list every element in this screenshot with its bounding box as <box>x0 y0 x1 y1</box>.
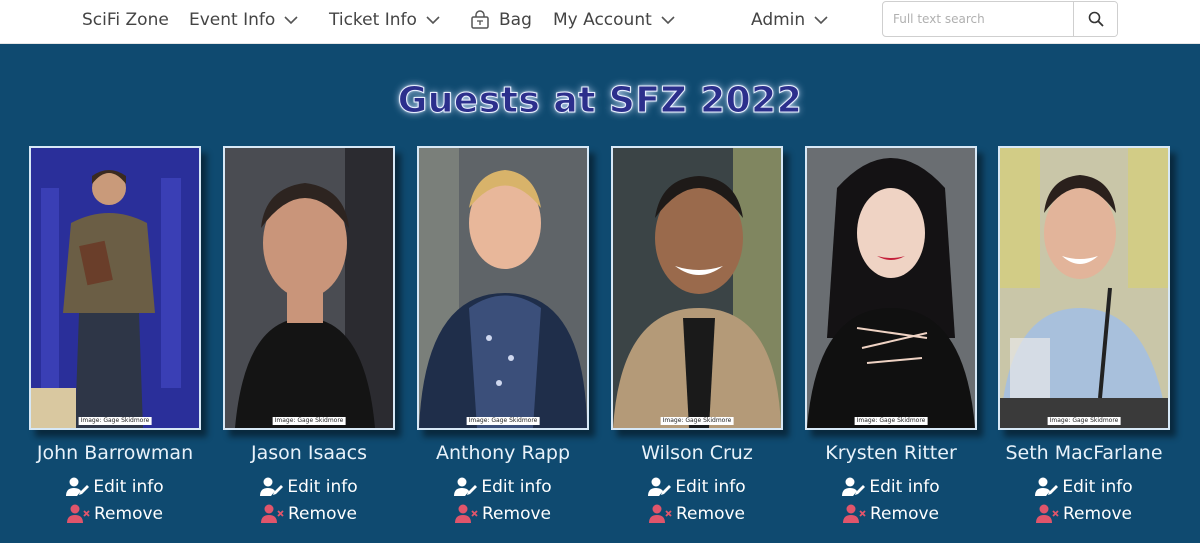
guest-photo[interactable]: Image: Gage Skidmore <box>417 146 589 430</box>
photo-credit: Image: Gage Skidmore <box>466 417 540 425</box>
brand-label: SciFi Zone <box>82 10 169 30</box>
nav-my-account-label: My Account <box>553 10 652 30</box>
guest-photo-image <box>225 148 393 428</box>
nav-admin[interactable]: Admin <box>751 0 828 40</box>
photo-credit: Image: Gage Skidmore <box>78 417 152 425</box>
guest-photo-image <box>1000 148 1168 428</box>
nav-ticket-info-label: Ticket Info <box>329 10 417 30</box>
guest-name: Krysten Ritter <box>825 442 957 464</box>
search-button[interactable] <box>1073 2 1117 36</box>
remove-label: Remove <box>1063 504 1132 524</box>
top-navbar: SciFi Zone Event Info Ticket Info Bag My… <box>0 0 1200 44</box>
remove-label: Remove <box>288 504 357 524</box>
chevron-down-icon <box>661 13 675 27</box>
edit-info-button[interactable]: Edit info <box>805 476 977 498</box>
nav-bag-label: Bag <box>499 10 532 30</box>
search-box <box>882 1 1118 37</box>
brand-link[interactable]: SciFi Zone <box>82 0 169 40</box>
edit-info-label: Edit info <box>1062 477 1133 497</box>
bag-icon <box>470 10 490 30</box>
edit-info-button[interactable]: Edit info <box>611 476 783 498</box>
remove-button[interactable]: Remove <box>417 503 589 525</box>
photo-credit: Image: Gage Skidmore <box>660 417 734 425</box>
edit-info-button[interactable]: Edit info <box>417 476 589 498</box>
nav-bag[interactable]: Bag <box>470 0 532 40</box>
user-edit-icon <box>66 477 90 497</box>
edit-info-label: Edit info <box>869 477 940 497</box>
guest-name: Anthony Rapp <box>435 442 571 464</box>
guest-name: Seth MacFarlane <box>1005 442 1163 464</box>
chevron-down-icon <box>284 13 298 27</box>
nav-admin-label: Admin <box>751 10 806 30</box>
remove-button[interactable]: Remove <box>29 503 201 525</box>
photo-credit: Image: Gage Skidmore <box>1047 417 1121 425</box>
guest-name: Wilson Cruz <box>641 442 753 464</box>
guest-photo-image <box>613 148 781 428</box>
edit-info-button[interactable]: Edit info <box>223 476 395 498</box>
user-edit-icon <box>260 477 284 497</box>
nav-my-account[interactable]: My Account <box>553 0 675 40</box>
photo-credit: Image: Gage Skidmore <box>272 417 346 425</box>
nav-event-info[interactable]: Event Info <box>189 0 298 40</box>
remove-label: Remove <box>482 504 551 524</box>
user-remove-icon <box>261 504 285 524</box>
remove-label: Remove <box>870 504 939 524</box>
edit-info-label: Edit info <box>287 477 358 497</box>
user-remove-icon <box>67 504 91 524</box>
remove-label: Remove <box>94 504 163 524</box>
chevron-down-icon <box>814 13 828 27</box>
user-remove-icon <box>1036 504 1060 524</box>
user-edit-icon <box>842 477 866 497</box>
guest-photo[interactable]: Image: Gage Skidmore <box>29 146 201 430</box>
search-icon <box>1088 11 1104 27</box>
edit-info-label: Edit info <box>675 477 746 497</box>
edit-info-button[interactable]: Edit info <box>998 476 1170 498</box>
user-remove-icon <box>455 504 479 524</box>
guest-photo[interactable]: Image: Gage Skidmore <box>998 146 1170 430</box>
guest-photo-image <box>419 148 587 428</box>
page-title: Guests at SFZ 2022 <box>397 80 803 122</box>
nav-ticket-info[interactable]: Ticket Info <box>329 0 440 40</box>
photo-credit: Image: Gage Skidmore <box>854 417 928 425</box>
edit-info-label: Edit info <box>93 477 164 497</box>
user-edit-icon <box>1035 477 1059 497</box>
remove-button[interactable]: Remove <box>805 503 977 525</box>
guest-photo-image <box>807 148 975 428</box>
user-remove-icon <box>649 504 673 524</box>
remove-button[interactable]: Remove <box>998 503 1170 525</box>
remove-label: Remove <box>676 504 745 524</box>
search-input[interactable] <box>883 2 1073 36</box>
chevron-down-icon <box>426 13 440 27</box>
guest-name: John Barrowman <box>36 442 194 464</box>
edit-info-button[interactable]: Edit info <box>29 476 201 498</box>
guest-photo-image <box>31 148 199 428</box>
guest-photo[interactable]: Image: Gage Skidmore <box>611 146 783 430</box>
edit-info-label: Edit info <box>481 477 552 497</box>
guest-photo[interactable]: Image: Gage Skidmore <box>223 146 395 430</box>
nav-event-info-label: Event Info <box>189 10 276 30</box>
guest-name: Jason Isaacs <box>251 442 367 464</box>
remove-button[interactable]: Remove <box>223 503 395 525</box>
guest-photo[interactable]: Image: Gage Skidmore <box>805 146 977 430</box>
remove-button[interactable]: Remove <box>611 503 783 525</box>
user-edit-icon <box>648 477 672 497</box>
user-remove-icon <box>843 504 867 524</box>
user-edit-icon <box>454 477 478 497</box>
